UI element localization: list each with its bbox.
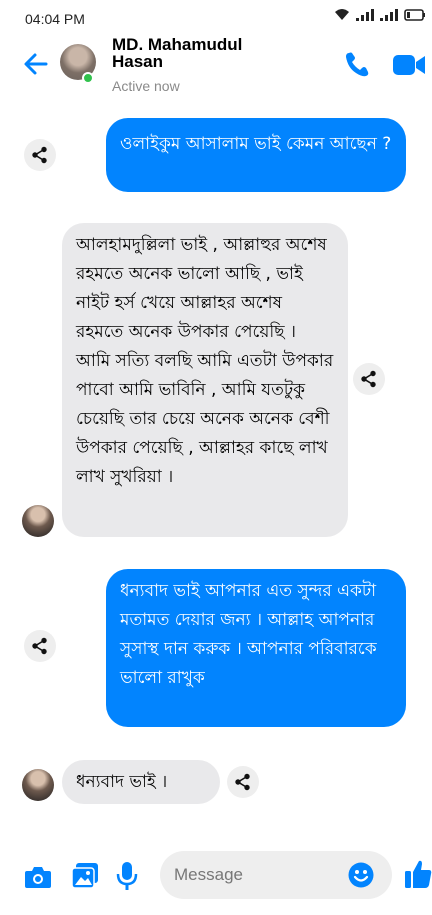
share-icon <box>235 773 250 791</box>
online-indicator <box>82 72 94 84</box>
message-bubble-incoming[interactable]: ধন্যবাদ ভাই । <box>62 760 220 804</box>
battery-icon <box>404 8 425 21</box>
sender-avatar[interactable] <box>22 505 54 537</box>
back-arrow-icon[interactable] <box>22 50 50 78</box>
sender-avatar[interactable] <box>22 769 54 801</box>
signal-icon <box>380 8 398 21</box>
share-button[interactable] <box>353 363 385 395</box>
share-icon <box>32 146 47 164</box>
contact-status: Active now <box>112 78 180 94</box>
share-button[interactable] <box>24 630 56 662</box>
emoji-icon[interactable] <box>348 862 374 888</box>
phone-icon[interactable] <box>342 50 372 80</box>
share-icon <box>361 370 376 388</box>
message-bubble-outgoing[interactable]: ধন্যবাদ ভাই আপনার এত সুন্দর একটা মতামত দ… <box>106 569 406 727</box>
share-button[interactable] <box>24 139 56 171</box>
message-bubble-incoming[interactable]: আলহামদুল্লিলা ভাই , আল্লাহুর অশেষ রহমতে … <box>62 223 348 537</box>
share-icon <box>32 637 47 655</box>
status-time: 04:04 PM <box>25 11 85 27</box>
image-icon[interactable] <box>71 862 99 890</box>
contact-name[interactable]: MD. Mahamudul Hasan <box>112 36 282 70</box>
status-bar: 04:04 PM <box>0 0 432 36</box>
video-camera-icon[interactable] <box>392 52 426 78</box>
camera-icon[interactable] <box>24 865 52 889</box>
microphone-icon[interactable] <box>116 861 138 891</box>
chat-header: MD. Mahamudul Hasan Active now <box>0 36 432 100</box>
status-icons <box>334 8 426 21</box>
wifi-icon <box>335 9 349 20</box>
message-composer <box>0 845 432 907</box>
message-bubble-outgoing[interactable]: ওলাইকুম আসালাম ভাই কেমন আছেন ? <box>106 118 406 192</box>
share-button[interactable] <box>227 766 259 798</box>
thumbs-up-icon[interactable] <box>404 859 432 889</box>
signal-icon <box>356 8 374 21</box>
